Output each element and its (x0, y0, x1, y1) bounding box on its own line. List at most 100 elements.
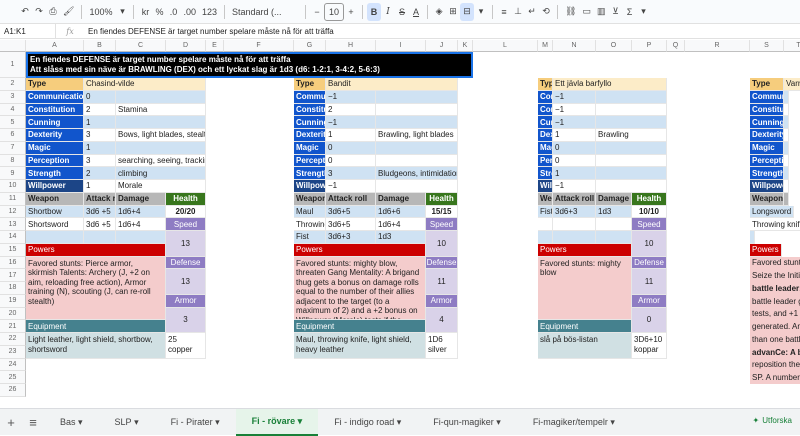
attribute-value[interactable]: −1 (326, 180, 376, 193)
weapon-name[interactable]: Throwing knife (294, 218, 326, 231)
attribute-label[interactable]: Magic (294, 141, 326, 155)
attribute-value[interactable]: 1 (84, 180, 116, 193)
font-size-decrease[interactable]: − (310, 3, 324, 21)
attribute-focus[interactable]: Bows, light blades, stealth (116, 129, 206, 142)
powers-header[interactable]: Powers (294, 243, 426, 257)
attribute-focus[interactable] (596, 154, 667, 168)
powers-line[interactable]: reposition their allies w (750, 358, 800, 372)
attribute-focus[interactable] (596, 90, 667, 104)
powers-text[interactable]: Favored stunts: Pierce armor, skirmish T… (26, 256, 166, 321)
attribute-focus[interactable]: Brawling (596, 129, 667, 142)
column-header[interactable]: H (326, 40, 376, 52)
attribute-value[interactable]: 3 (84, 154, 116, 168)
type-label[interactable]: Type (538, 78, 553, 91)
health-header[interactable]: Health (166, 192, 206, 206)
attack-header[interactable]: Attack roll (326, 192, 376, 206)
attribute-focus[interactable]: Bludgeons, intimidation (376, 167, 458, 180)
type-value[interactable]: Chasind-vilde (84, 78, 206, 91)
damage-header[interactable]: Damage (376, 192, 426, 206)
health-value[interactable]: 20/20 (166, 205, 206, 219)
column-header[interactable]: L (473, 40, 538, 52)
armor-header[interactable]: Armor (426, 294, 458, 308)
powers-line[interactable]: generated. An ally can (750, 320, 800, 333)
chart-icon[interactable]: ▥ (594, 3, 609, 21)
borders-icon[interactable]: ⊞ (446, 3, 460, 21)
attribute-label[interactable]: Perception (294, 154, 326, 168)
row-header[interactable]: 19 (0, 294, 26, 308)
attack-roll[interactable]: 3d6+5 (326, 218, 376, 231)
health-value[interactable]: 10/10 (632, 205, 667, 219)
attribute-value[interactable]: 1 (84, 141, 116, 155)
row-header[interactable]: 15 (0, 243, 26, 257)
attribute-focus[interactable] (596, 116, 667, 129)
weapon-header[interactable]: Weapon (26, 192, 84, 206)
weapon-name[interactable]: Fist (294, 231, 326, 244)
attribute-label[interactable]: Constitution (26, 103, 84, 117)
column-header[interactable]: E (206, 40, 224, 52)
health-value[interactable]: 15/15 (426, 205, 458, 219)
attribute-value[interactable] (784, 167, 789, 180)
attribute-label[interactable]: Constitution (538, 103, 553, 117)
font-size-input[interactable]: 10 (324, 2, 345, 21)
attack-roll[interactable]: 3d6+3 (553, 205, 596, 219)
rotate-icon[interactable]: ⟲ (539, 3, 553, 21)
attribute-focus[interactable] (376, 141, 458, 155)
type-label[interactable]: Type (26, 78, 84, 91)
tab-rovare[interactable]: Fi - rövare ▾ (235, 408, 319, 436)
attribute-label[interactable]: Perception (750, 154, 784, 168)
damage-roll[interactable] (596, 231, 632, 244)
defense-value[interactable]: 11 (426, 269, 458, 295)
row-header[interactable]: 8 (0, 154, 26, 168)
column-header[interactable]: I (376, 40, 426, 52)
redo-icon[interactable]: ↷ (32, 3, 46, 21)
row-header[interactable]: 4 (0, 103, 26, 117)
select-all-corner[interactable] (0, 40, 26, 52)
all-sheets-icon[interactable]: ≡ (22, 415, 44, 430)
powers-header[interactable]: Powers (538, 243, 632, 257)
weapon-name[interactable]: Shortbow (26, 205, 84, 219)
attribute-label[interactable]: Communication (26, 90, 84, 104)
speed-header[interactable]: Speed (426, 218, 458, 231)
attribute-label[interactable]: Communication (538, 90, 553, 104)
armor-value[interactable]: 4 (426, 307, 458, 333)
attribute-focus[interactable] (376, 103, 458, 117)
powers-line[interactable]: Favored stunts: Advan (750, 256, 800, 270)
print-icon[interactable]: ⎙ (46, 3, 60, 21)
health-header[interactable]: Health (426, 192, 458, 206)
column-header[interactable]: F (224, 40, 294, 52)
attribute-focus[interactable]: searching, seeing, tracking (116, 154, 206, 168)
row-header[interactable]: 26 (0, 384, 26, 397)
weapon-name[interactable]: Throwing knife (750, 218, 800, 231)
equipment-header[interactable]: Equipment (538, 320, 632, 333)
attribute-focus[interactable] (376, 154, 458, 168)
explore-button[interactable]: ✦ Utforska (753, 416, 793, 425)
row-header[interactable]: 20 (0, 307, 26, 321)
row-header[interactable]: 17 (0, 269, 26, 282)
row-header[interactable]: 14 (0, 231, 26, 244)
attribute-label[interactable]: Dexterity (26, 129, 84, 142)
attack-roll[interactable]: 3d6 +5 (84, 205, 116, 219)
row-header[interactable]: 9 (0, 167, 26, 180)
row-header[interactable]: 12 (0, 205, 26, 219)
attribute-focus[interactable] (376, 180, 458, 193)
attribute-label[interactable]: Cunning (294, 116, 326, 129)
attribute-focus[interactable]: Brawling, light blades (376, 129, 458, 142)
type-value[interactable]: Bandit (326, 78, 458, 91)
powers-text[interactable]: Favored stunts: mighty blow (538, 256, 632, 321)
attribute-value[interactable]: −1 (553, 180, 596, 193)
attribute-value[interactable]: −1 (553, 116, 596, 129)
number-format-button[interactable]: 123 (199, 3, 220, 21)
attribute-value[interactable]: 2 (84, 167, 116, 180)
weapon-header[interactable]: Weapon (294, 192, 326, 206)
type-value[interactable]: Varryn (784, 78, 800, 91)
attribute-value[interactable]: −1 (326, 90, 376, 104)
row-header[interactable]: 7 (0, 141, 26, 155)
armor-value[interactable]: 3 (166, 307, 206, 333)
weapon-name[interactable] (538, 231, 553, 244)
row-header[interactable]: 25 (0, 371, 26, 384)
zoom-select[interactable]: 100% (86, 3, 115, 21)
row-header[interactable]: 16 (0, 256, 26, 270)
powers-header[interactable]: Powers (26, 243, 166, 257)
speed-header[interactable]: Speed (632, 218, 667, 231)
column-header[interactable]: M (538, 40, 553, 52)
